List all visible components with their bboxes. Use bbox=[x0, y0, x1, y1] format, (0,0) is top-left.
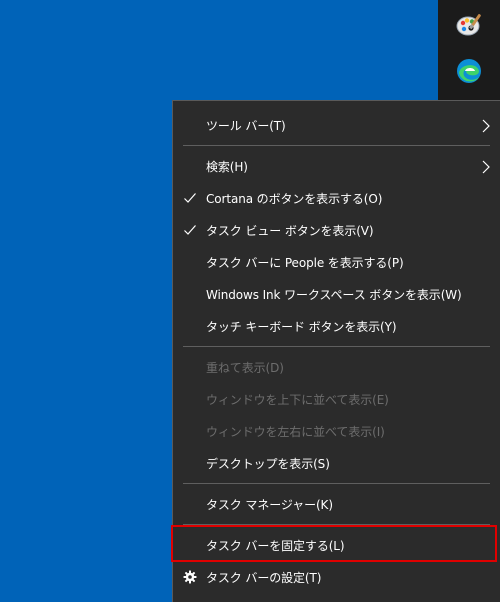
menu-item-show-windows-ink[interactable]: Windows Ink ワークスペース ボタンを表示(W) bbox=[173, 279, 500, 311]
menu-item-search[interactable]: 検索(H) bbox=[173, 151, 500, 183]
menu-item-label: ウィンドウを左右に並べて表示(I) bbox=[206, 425, 385, 439]
menu-item-side-by-side-windows: ウィンドウを左右に並べて表示(I) bbox=[173, 416, 500, 448]
menu-item-label: Cortana のボタンを表示する(O) bbox=[206, 192, 383, 206]
menu-item-show-people[interactable]: タスク バーに People を表示する(P) bbox=[173, 247, 500, 279]
menu-separator bbox=[183, 346, 490, 347]
menu-item-label: 検索(H) bbox=[206, 160, 248, 174]
menu-item-taskbar-settings[interactable]: タスク バーの設定(T) bbox=[173, 562, 500, 594]
menu-item-stack-windows: ウィンドウを上下に並べて表示(E) bbox=[173, 384, 500, 416]
menu-item-label: タスク バーに People を表示する(P) bbox=[206, 256, 404, 270]
menu-item-label: タッチ キーボード ボタンを表示(Y) bbox=[206, 320, 397, 334]
menu-item-task-manager[interactable]: タスク マネージャー(K) bbox=[173, 489, 500, 521]
menu-item-show-task-view-button[interactable]: タスク ビュー ボタンを表示(V) bbox=[173, 215, 500, 247]
menu-item-show-desktop[interactable]: デスクトップを表示(S) bbox=[173, 448, 500, 480]
checkmark-icon bbox=[184, 193, 196, 203]
menu-item-show-cortana-button[interactable]: Cortana のボタンを表示する(O) bbox=[173, 183, 500, 215]
menu-item-label: Windows Ink ワークスペース ボタンを表示(W) bbox=[206, 288, 462, 302]
paint-icon[interactable] bbox=[438, 2, 500, 48]
highlight-box bbox=[171, 525, 497, 562]
menu-item-label: デスクトップを表示(S) bbox=[206, 457, 330, 471]
gear-icon bbox=[183, 570, 197, 584]
menu-item-show-touch-keyboard[interactable]: タッチ キーボード ボタンを表示(Y) bbox=[173, 311, 500, 343]
menu-item-label: タスク バーの設定(T) bbox=[206, 571, 322, 585]
edge-icon[interactable] bbox=[438, 48, 500, 94]
menu-item-label: ウィンドウを上下に並べて表示(E) bbox=[206, 393, 389, 407]
menu-item-cascade-windows: 重ねて表示(D) bbox=[173, 352, 500, 384]
menu-separator bbox=[183, 145, 490, 146]
menu-separator bbox=[183, 483, 490, 484]
chevron-right-icon bbox=[482, 160, 490, 174]
menu-item-label: タスク ビュー ボタンを表示(V) bbox=[206, 224, 374, 238]
menu-item-label: タスク マネージャー(K) bbox=[206, 498, 333, 512]
checkmark-icon bbox=[184, 225, 196, 235]
menu-item-label: 重ねて表示(D) bbox=[206, 361, 284, 375]
menu-item-label: ツール バー(T) bbox=[206, 119, 286, 133]
menu-item-toolbar[interactable]: ツール バー(T) bbox=[173, 110, 500, 142]
chevron-right-icon bbox=[482, 119, 490, 133]
